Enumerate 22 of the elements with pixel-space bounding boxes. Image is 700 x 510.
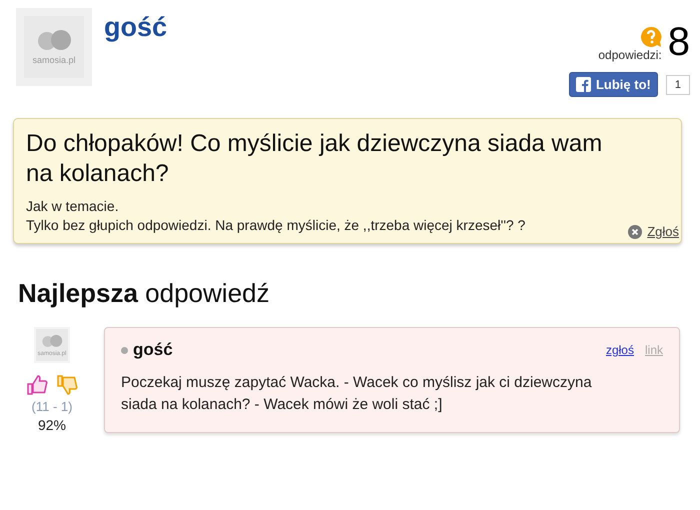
question-bubble-icon [640, 26, 662, 48]
answers-label: odpowiedzi: [598, 48, 662, 62]
answer-author: gość [133, 340, 173, 360]
thumbs-down-icon[interactable] [56, 374, 78, 396]
question-text: Jak w temacie. [26, 197, 119, 216]
answer-text: Poczekaj muszę zapytać Wacka. - Wacek co myślisz jak ci dziewczyna siada na kolanach? - Wacek mówi że woli stać ;] [121, 373, 593, 415]
like-button[interactable]: Lubię to! [568, 72, 658, 97]
question-text: Tylko bez głupich odpowiedzi. Na prawdę myślicie, że ,,trzeba więcej krzeseł''? ? [26, 216, 526, 235]
report-link[interactable]: Zgłoś [647, 224, 679, 239]
report-link[interactable]: zgłoś [606, 343, 634, 357]
best-answer-heading: Najlepsza odpowiedź [18, 278, 270, 308]
status-dot-icon [121, 346, 128, 354]
thumbs-up-icon[interactable] [26, 374, 48, 396]
approval-percent: 92% [38, 417, 66, 433]
facebook-icon [576, 77, 591, 92]
question-title: Do chłopaków! Co myślicie jak dziewczyna siada wam na kolanach? [26, 129, 604, 189]
like-count: 1 [666, 74, 690, 94]
answers-count: 8 [668, 22, 690, 62]
author-name: gość [104, 12, 168, 44]
avatar-logo-text: samosia.pl [32, 55, 76, 65]
vote-count: (11 - 1) [32, 399, 72, 414]
close-icon [628, 224, 642, 238]
